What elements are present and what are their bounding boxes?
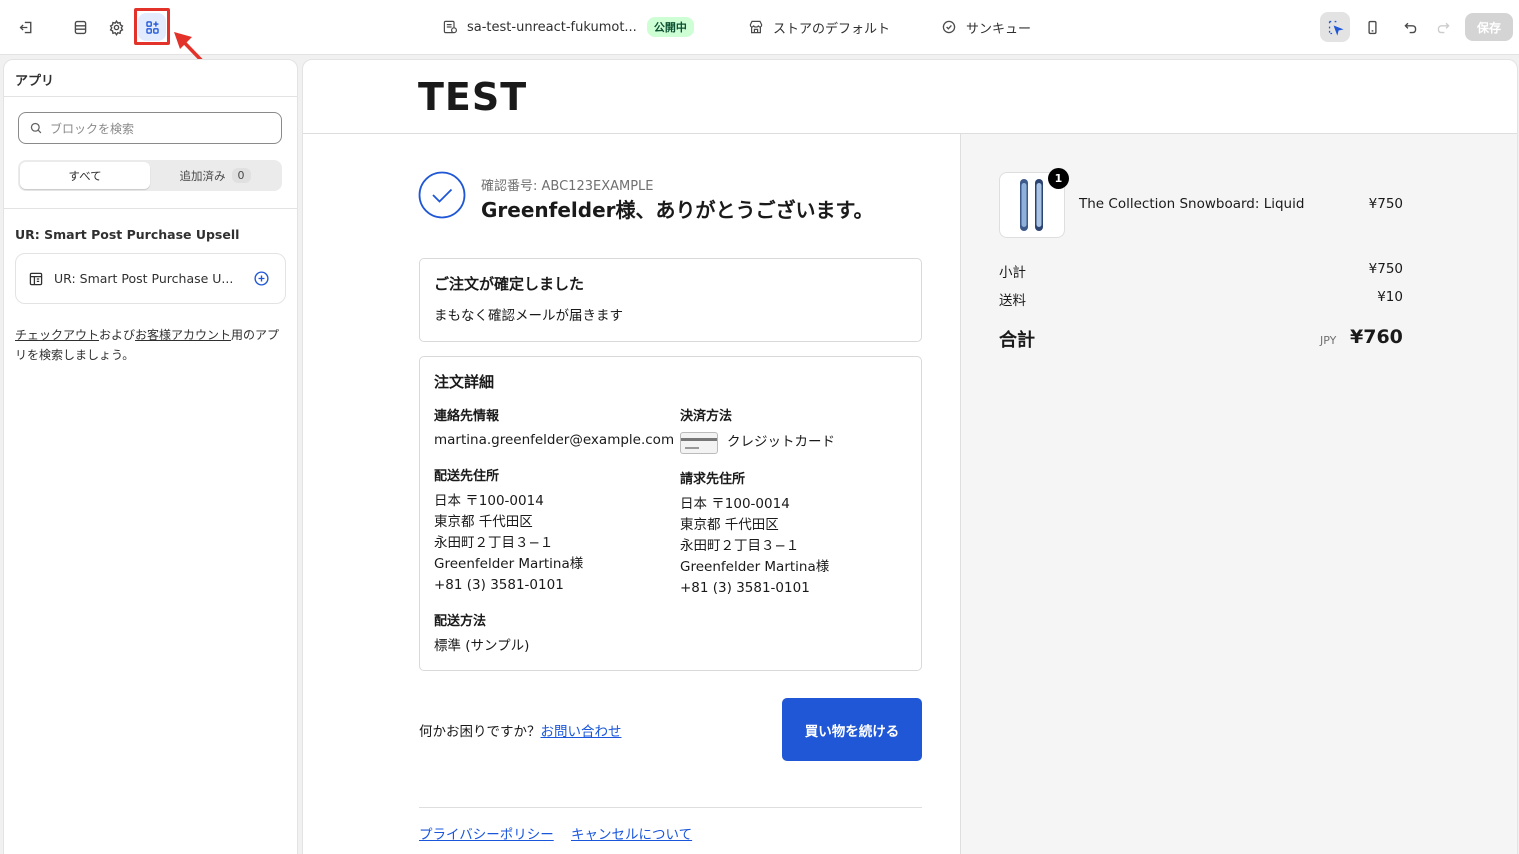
- address-line: +81 (3) 3581-0101: [680, 580, 810, 596]
- privacy-policy-link[interactable]: プライバシーポリシー: [419, 823, 554, 843]
- store-logo: TEST: [418, 75, 528, 119]
- app-block-label: UR: Smart Post Purchase U...: [54, 271, 234, 286]
- tab-added-count: 0: [231, 168, 251, 183]
- tab-added[interactable]: 追加済み 0: [150, 162, 280, 189]
- page-selector[interactable]: サンキュー: [941, 16, 1031, 38]
- continue-shopping-button[interactable]: 買い物を続ける: [782, 698, 922, 761]
- help-question-text: 何かお困りですか？: [419, 724, 541, 740]
- mobile-preview-icon[interactable]: [1358, 13, 1386, 41]
- app-section-title: UR: Smart Post Purchase Upsell: [15, 227, 240, 242]
- order-confirmed-box: ご注文が確定しました まもなく確認メールが届きます: [419, 258, 922, 342]
- settings-gear-icon[interactable]: [102, 13, 130, 41]
- block-icon: [29, 272, 43, 285]
- store-name: sa-test-unreact-fukumot...: [467, 19, 637, 35]
- checkout-link[interactable]: チェックアウト: [15, 328, 99, 342]
- highlight-box: [134, 8, 170, 45]
- billing-address: 日本 〒100-0014 東京都 千代田区 永田町２丁目３−１ Greenfel…: [680, 494, 829, 599]
- address-line: +81 (3) 3581-0101: [434, 577, 564, 593]
- sidebar-title: アプリ: [15, 74, 55, 89]
- address-line: Greenfelder Martina様: [680, 559, 830, 575]
- order-confirmed-text: まもなく確認メールが届きます: [434, 308, 623, 324]
- contact-label: 連絡先情報: [434, 409, 500, 424]
- credit-card-icon: [680, 432, 718, 454]
- total-value: ¥760: [1350, 326, 1403, 348]
- undo-icon[interactable]: [1396, 13, 1424, 41]
- address-line: 永田町２丁目３−１: [680, 538, 800, 554]
- subtotal-value: ¥750: [1368, 261, 1403, 277]
- contact-link[interactable]: お問い合わせ: [541, 724, 622, 740]
- exit-icon[interactable]: [12, 13, 40, 41]
- cancellation-link[interactable]: キャンセルについて: [571, 823, 692, 843]
- redo-icon[interactable]: [1429, 13, 1457, 41]
- order-details-box: 注文詳細 連絡先情報 martina.greenfelder@example.c…: [419, 356, 922, 671]
- shipping-method: 標準 (サンプル): [434, 638, 530, 654]
- check-circle-icon: [942, 20, 956, 34]
- shipping-value: ¥10: [1377, 289, 1403, 305]
- help-question: 何かお困りですか？お問い合わせ: [419, 720, 622, 740]
- product-name: The Collection Snowboard: Liquid: [1079, 196, 1305, 212]
- divider: [419, 807, 922, 808]
- tab-added-label: 追加済み: [179, 168, 226, 183]
- confirmation-number: 確認番号: ABC123EXAMPLE: [481, 179, 654, 194]
- order-details-title: 注文詳細: [434, 373, 495, 391]
- currency-code: JPY: [1320, 334, 1337, 347]
- billing-address-label: 請求先住所: [680, 472, 746, 487]
- apps-sidebar: アプリ ブロックを検索 すべて 追加済み 0 UR: Smart Post Pu…: [3, 59, 298, 854]
- shipping-address: 日本 〒100-0014 東京都 千代田区 永田町２丁目３−１ Greenfel…: [434, 491, 583, 596]
- shipping-label: 送料: [999, 293, 1026, 309]
- order-summary-pane: [960, 134, 1517, 854]
- store-selector[interactable]: sa-test-unreact-fukumot... 公開中: [442, 16, 694, 38]
- inspector-icon[interactable]: [1320, 12, 1350, 42]
- top-bar: sa-test-unreact-fukumot... 公開中 ストアのデフォルト…: [0, 0, 1519, 90]
- payment-method: クレジットカード: [727, 434, 835, 450]
- divider: [4, 96, 297, 97]
- search-icon: [30, 122, 42, 134]
- help-text: チェックアウトおよびお客様アカウント用のアプリを検索しましょう。: [15, 325, 285, 365]
- payment-label: 決済方法: [680, 409, 733, 424]
- page-label: サンキュー: [966, 21, 1032, 37]
- sections-icon[interactable]: [66, 13, 94, 41]
- save-button[interactable]: 保存: [1465, 13, 1513, 41]
- store-icon: [443, 20, 457, 34]
- address-line: Greenfelder Martina様: [434, 556, 584, 572]
- address-line: 東京都 千代田区: [434, 514, 533, 530]
- total-label: 合計: [999, 330, 1035, 351]
- contact-email: martina.greenfelder@example.com: [434, 432, 675, 448]
- divider: [4, 208, 297, 209]
- address-line: 日本 〒100-0014: [680, 496, 790, 512]
- tab-all[interactable]: すべて: [20, 162, 150, 189]
- theme-selector[interactable]: ストアのデフォルト: [748, 16, 890, 38]
- order-check-icon: [418, 171, 466, 219]
- theme-label: ストアのデフォルト: [773, 21, 891, 37]
- checkout-preview: TEST 確認番号: ABC123EXAMPLE Greenfelder様、あり…: [302, 59, 1518, 854]
- thanks-heading: Greenfelder様、ありがとうございます。: [481, 198, 874, 222]
- customer-account-link[interactable]: お客様アカウント: [135, 328, 231, 342]
- product-price: ¥750: [1368, 196, 1403, 212]
- quantity-badge: 1: [1048, 168, 1069, 189]
- app-block-item[interactable]: UR: Smart Post Purchase U...: [15, 253, 286, 304]
- address-line: 東京都 千代田区: [680, 517, 779, 533]
- shipping-address-label: 配送先住所: [434, 469, 500, 484]
- search-placeholder: ブロックを検索: [50, 121, 135, 136]
- shop-icon: [749, 20, 763, 34]
- add-circle-icon[interactable]: [253, 270, 270, 287]
- address-line: 日本 〒100-0014: [434, 493, 544, 509]
- status-badge: 公開中: [646, 17, 694, 37]
- order-confirmed-title: ご注文が確定しました: [434, 275, 585, 293]
- subtotal-label: 小計: [999, 265, 1026, 281]
- shipping-method-label: 配送方法: [434, 614, 487, 629]
- help-text-and: および: [99, 328, 136, 342]
- filter-tabs: すべて 追加済み 0: [18, 160, 282, 191]
- address-line: 永田町２丁目３−１: [434, 535, 554, 551]
- block-search-input[interactable]: ブロックを検索: [18, 112, 282, 144]
